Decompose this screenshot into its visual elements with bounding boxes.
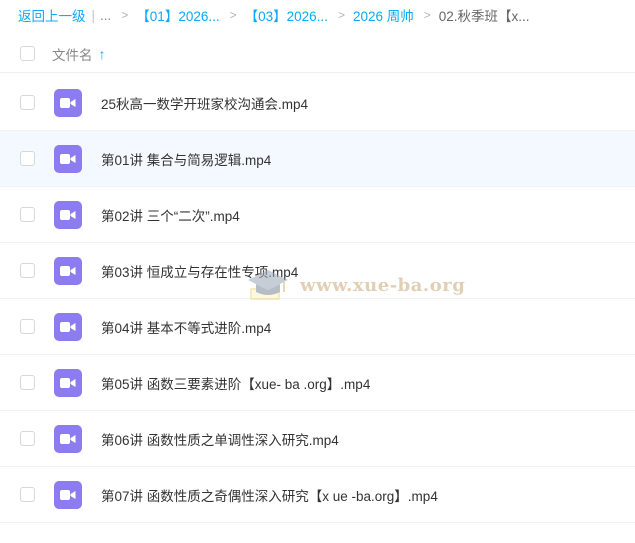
- file-name[interactable]: 第03讲 恒成立与存在性专项.mp4: [101, 261, 298, 281]
- select-all-checkbox[interactable]: [20, 46, 35, 61]
- row-checkbox[interactable]: [20, 207, 35, 222]
- row-checkbox[interactable]: [20, 95, 35, 110]
- video-icon: [54, 257, 82, 285]
- file-name[interactable]: 第01讲 集合与简易逻辑.mp4: [101, 149, 271, 169]
- video-icon: [54, 369, 82, 397]
- file-name[interactable]: 第02讲 三个“二次”.mp4: [101, 205, 240, 225]
- row-checkbox[interactable]: [20, 263, 35, 278]
- row-checkbox[interactable]: [20, 487, 35, 502]
- breadcrumb-item[interactable]: 【03】2026...: [245, 5, 328, 25]
- file-name[interactable]: 第04讲 基本不等式进阶.mp4: [101, 317, 271, 337]
- breadcrumb-ellipsis[interactable]: ...: [100, 8, 111, 23]
- file-name[interactable]: 第05讲 函数三要素进阶【xue- ba .org】.mp4: [101, 373, 370, 393]
- back-link[interactable]: 返回上一级: [18, 5, 86, 25]
- column-header-label: 文件名: [52, 47, 93, 63]
- file-row[interactable]: 第04讲 基本不等式进阶.mp4: [0, 299, 635, 355]
- video-icon: [54, 145, 82, 173]
- breadcrumb-item[interactable]: 【01】2026...: [136, 5, 219, 25]
- breadcrumb-item[interactable]: 2026 周帅: [353, 5, 414, 25]
- row-checkbox[interactable]: [20, 375, 35, 390]
- file-list-header: 文件名 ↑: [0, 35, 635, 73]
- file-list: 25秋高一数学开班家校沟通会.mp4 第01讲 集合与简易逻辑.mp4 第02讲…: [0, 75, 635, 523]
- file-name[interactable]: 25秋高一数学开班家校沟通会.mp4: [101, 93, 308, 113]
- breadcrumb-current: 02.秋季班【x...: [438, 9, 530, 24]
- file-row[interactable]: 第01讲 集合与简易逻辑.mp4: [0, 131, 635, 187]
- video-icon: [54, 201, 82, 229]
- row-checkbox[interactable]: [20, 151, 35, 166]
- breadcrumb-arrow: >: [121, 8, 129, 22]
- file-row[interactable]: 25秋高一数学开班家校沟通会.mp4: [0, 75, 635, 131]
- row-checkbox[interactable]: [20, 319, 35, 334]
- file-name[interactable]: 第07讲 函数性质之奇偶性深入研究【x ue -ba.org】.mp4: [101, 485, 438, 505]
- sort-asc-icon[interactable]: ↑: [99, 46, 106, 62]
- row-checkbox[interactable]: [20, 431, 35, 446]
- breadcrumb-arrow: >: [423, 8, 431, 22]
- file-row[interactable]: 第06讲 函数性质之单调性深入研究.mp4: [0, 411, 635, 467]
- video-icon: [54, 313, 82, 341]
- video-icon: [54, 89, 82, 117]
- file-row[interactable]: 第03讲 恒成立与存在性专项.mp4: [0, 243, 635, 299]
- file-row[interactable]: 第02讲 三个“二次”.mp4: [0, 187, 635, 243]
- breadcrumb: 返回上一级 | ... > 【01】2026... > 【03】2026... …: [0, 0, 635, 30]
- breadcrumb-arrow: >: [337, 8, 345, 22]
- file-row[interactable]: 第07讲 函数性质之奇偶性深入研究【x ue -ba.org】.mp4: [0, 467, 635, 523]
- file-name[interactable]: 第06讲 函数性质之单调性深入研究.mp4: [101, 429, 339, 449]
- column-header-filename[interactable]: 文件名 ↑: [52, 44, 106, 64]
- file-row[interactable]: 第05讲 函数三要素进阶【xue- ba .org】.mp4: [0, 355, 635, 411]
- breadcrumb-arrow: >: [229, 8, 237, 22]
- video-icon: [54, 481, 82, 509]
- video-icon: [54, 425, 82, 453]
- breadcrumb-divider: |: [91, 7, 96, 23]
